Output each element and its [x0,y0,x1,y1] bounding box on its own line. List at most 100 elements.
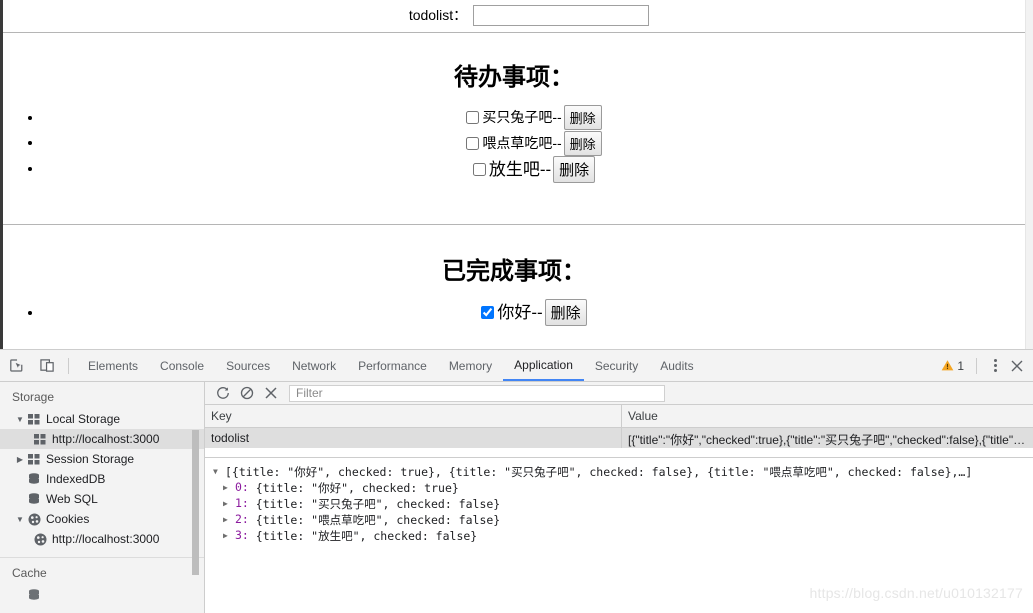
pending-item-1-checkbox[interactable] [466,136,480,150]
tab-security[interactable]: Security [584,350,649,381]
cookie-icon [32,533,48,546]
preview-root-line[interactable]: ▼ [{title: "你好", checked: true}, {title:… [213,464,1033,480]
pending-item-0-title: 买只兔子吧-- [482,109,562,126]
pending-todo-list: 买只兔子吧-- 删除 喂点草吃吧-- 删除 放生吧-- 删除 [3,105,1025,183]
chevron-right-icon[interactable]: ▶ [14,455,26,464]
tab-application[interactable]: Application [503,350,584,381]
sidebar-item-cookies[interactable]: ▼ Cookies [0,509,204,529]
column-header-key[interactable]: Key [205,405,622,427]
devtools-body: Storage ▼ Local Storage http://localhost… [0,382,1033,613]
sidebar-item-local-storage-origin[interactable]: http://localhost:3000 [0,429,204,449]
column-header-value[interactable]: Value [622,405,1033,427]
devtools-tab-list: Elements Console Sources Network Perform… [77,350,705,381]
storage-table-icon [26,413,42,425]
storage-table-icon [32,433,48,445]
page-vertical-scrollbar[interactable] [1025,0,1033,349]
sidebar-item-indexeddb[interactable]: IndexedDB [0,469,204,489]
chevron-down-icon[interactable]: ▼ [14,515,26,524]
chevron-right-icon[interactable]: ▶ [223,480,235,496]
preview-child-index: 2: [235,512,249,526]
preview-child-line[interactable]: ▶ 3: {title: "放生吧", checked: false} [213,528,1033,544]
row-key: todolist [205,428,622,448]
list-item: 喂点草吃吧-- 删除 [43,130,1025,156]
list-item: 你好-- 删除 [43,299,1025,326]
pending-item-2-delete-button[interactable]: 删除 [553,155,596,183]
row-value: [{"title":"你好","checked":true},{"title":… [628,433,1033,447]
tab-performance[interactable]: Performance [347,350,438,381]
chevron-down-icon[interactable]: ▼ [14,415,26,424]
tab-elements[interactable]: Elements [77,350,149,381]
preview-child-text: {title: "放生吧", checked: false} [248,529,478,543]
warning-triangle-icon [941,360,954,371]
database-icon [26,493,42,505]
cache-group-header: Cache [12,566,47,580]
done-item-0-checkbox[interactable] [481,306,495,319]
grid-empty-area [205,448,1033,458]
done-section-heading: 已完成事项： [442,258,586,285]
done-item-0-delete-button[interactable]: 删除 [544,299,587,326]
pending-item-0-delete-button[interactable]: 删除 [563,105,602,131]
tab-sources[interactable]: Sources [215,350,281,381]
sidebar-scrollbar[interactable] [192,430,199,575]
done-item-0-title: 你好-- [497,303,543,322]
devtools-panel: Elements Console Sources Network Perform… [0,349,1033,613]
pending-item-0-checkbox[interactable] [466,111,480,125]
application-sidebar: Storage ▼ Local Storage http://localhost… [0,382,205,613]
done-item-0: 你好-- 删除 [481,299,587,326]
sidebar-item-cookies-origin[interactable]: http://localhost:3000 [0,529,204,549]
divider-middle [3,224,1025,225]
tab-console[interactable]: Console [149,350,215,381]
warning-indicator[interactable]: 1 [941,359,964,373]
table-row[interactable]: todolist [{"title":"你好","checked":true},… [205,428,1033,448]
watermark: https://blog.csdn.net/u010132177 [809,585,1023,601]
preview-child-text: {title: "买只兔子吧", checked: false} [248,497,501,511]
database-icon [26,589,42,601]
storage-table-icon [26,453,42,465]
refresh-icon[interactable] [211,382,235,404]
warning-count: 1 [957,358,964,373]
more-options-icon[interactable] [985,350,1005,381]
preview-child-index: 3: [235,528,249,542]
screenshot-root: todolist： 待办事项： 买只兔子吧-- 删除 喂点草吃吧-- 删除 [0,0,1033,613]
sidebar-item-local-storage[interactable]: ▼ Local Storage [0,409,204,429]
chevron-right-icon[interactable]: ▶ [223,496,235,512]
chevron-down-icon[interactable]: ▼ [213,464,225,480]
pending-item-0: 买只兔子吧-- 删除 [466,105,602,131]
close-icon[interactable] [1005,350,1029,381]
sidebar-item-label: Local Storage [46,412,121,426]
tab-audits[interactable]: Audits [649,350,704,381]
preview-child-index: 0: [235,480,249,494]
device-toolbar-icon[interactable] [34,353,60,379]
todolist-input[interactable] [473,4,650,26]
done-todo-list: 你好-- 删除 [3,299,1025,326]
pending-section-heading: 待办事项： [454,64,574,91]
sidebar-item-web-sql[interactable]: Web SQL [0,489,204,509]
tab-network[interactable]: Network [281,350,347,381]
sidebar-item-session-storage[interactable]: ▶ Session Storage [0,449,204,469]
browser-page-viewport: todolist： 待办事项： 买只兔子吧-- 删除 喂点草吃吧-- 删除 [0,0,1033,349]
filter-input[interactable]: Filter [289,384,665,402]
tab-memory[interactable]: Memory [438,350,503,381]
divider-top [3,32,1025,33]
clear-all-icon[interactable] [235,382,259,404]
inspect-element-icon[interactable] [4,353,30,379]
pending-item-2-checkbox[interactable] [472,162,486,176]
storage-toolbar: Filter [205,382,1033,405]
right-separator [976,357,977,374]
devtools-tabbar-right: 1 [941,350,1029,381]
delete-selected-icon[interactable] [259,382,283,404]
pending-item-1-delete-button[interactable]: 删除 [563,130,602,156]
sidebar-item-label: Web SQL [46,492,98,506]
preview-child-line[interactable]: ▶ 2: {title: "喂点草吃吧", checked: false} [213,512,1033,528]
preview-root-text: [{title: "你好", checked: true}, {title: "… [225,465,973,479]
sidebar-item-cache-storage[interactable] [0,585,204,605]
preview-child-text: {title: "你好", checked: true} [248,481,459,495]
preview-child-line[interactable]: ▶ 0: {title: "你好", checked: true} [213,480,1033,496]
chevron-right-icon[interactable]: ▶ [223,528,235,544]
devtools-tabbar: Elements Console Sources Network Perform… [0,350,1033,382]
pending-item-2: 放生吧-- 删除 [472,155,596,183]
storage-group-header: Storage [12,390,55,404]
chevron-right-icon[interactable]: ▶ [223,512,235,528]
preview-child-line[interactable]: ▶ 1: {title: "买只兔子吧", checked: false} [213,496,1033,512]
database-icon [26,473,42,485]
